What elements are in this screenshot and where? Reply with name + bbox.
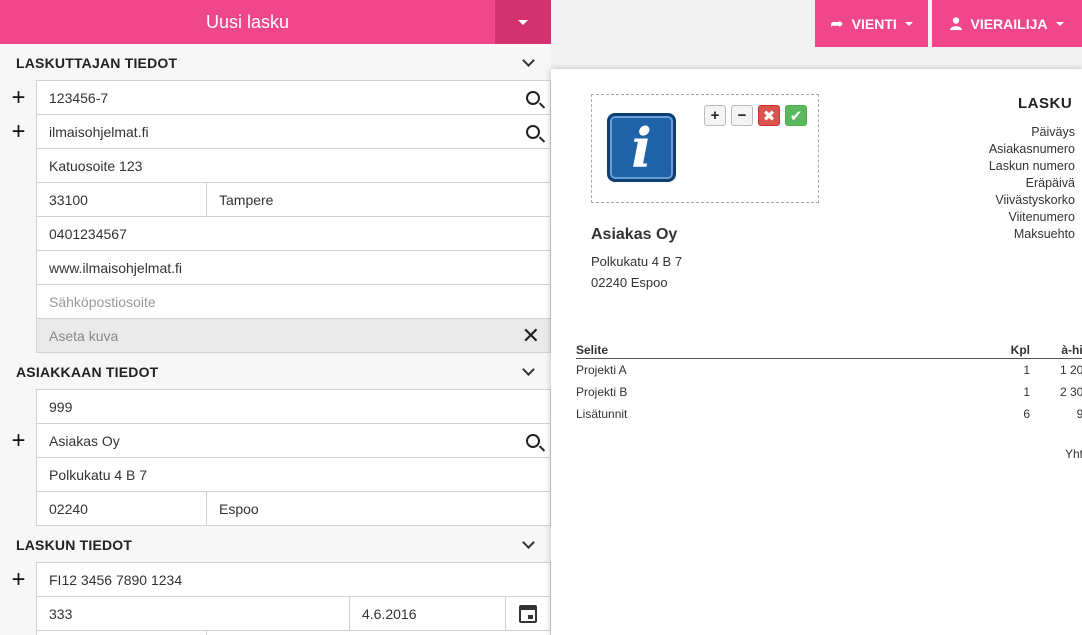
share-icon: ➦ [830, 15, 844, 33]
search-icon[interactable] [526, 90, 540, 105]
logo-tools: + − ✖ ✔ [704, 105, 807, 126]
seller-postal-code-field[interactable]: 33100 [36, 182, 207, 217]
calendar-icon [519, 604, 537, 623]
form-topbar: Uusi lasku [0, 0, 551, 44]
table-row: Lisätunnit 6 99 [576, 407, 1082, 421]
chevron-down-icon [522, 536, 535, 549]
seller-phone-field[interactable]: 0401234567 [36, 216, 551, 251]
invoice-form-panel: Uusi lasku LASKUTTAJAN TIEDOT + 123456-7… [0, 0, 551, 635]
customer-section-title: ASIAKKAAN TIEDOT [16, 363, 159, 380]
meta-label: Asiakasnumero [988, 142, 1075, 156]
zoom-in-button[interactable]: + [704, 105, 726, 126]
search-icon[interactable] [526, 433, 540, 448]
add-seller-button[interactable]: + [0, 81, 37, 115]
meta-label: Maksuehto [1013, 227, 1075, 241]
add-account-button[interactable]: + [0, 563, 37, 597]
customer-city: 02240 Espoo [591, 275, 668, 290]
invoice-meta-labels: Päiväys Asiakasnumero Laskun numero Eräp… [989, 124, 1075, 243]
extra-field-2[interactable] [206, 630, 551, 635]
close-icon[interactable]: ✕ [522, 324, 540, 347]
caret-down-icon [904, 21, 913, 26]
customer-number-field[interactable]: 999 [36, 389, 551, 424]
meta-label: Päiväys [1031, 125, 1075, 139]
meta-label: Viitenumero [1008, 210, 1075, 224]
logo-area[interactable]: i + − ✖ ✔ [591, 94, 819, 203]
chevron-down-icon [522, 54, 535, 67]
invoice-lines-table: Selite Kpl à-hin Projekti A 1 1 200 Proj… [576, 341, 1082, 425]
seller-section-header[interactable]: LASKUTTAJAN TIEDOT [0, 44, 551, 81]
meta-label: Viivästyskorko [995, 193, 1075, 207]
customer-postal-code-field[interactable]: 02240 [36, 491, 207, 526]
confirm-logo-button[interactable]: ✔ [785, 105, 807, 126]
caret-down-icon [518, 19, 528, 25]
meta-label: Eräpäivä [1025, 176, 1075, 190]
set-image-field[interactable]: Aseta kuva ✕ [36, 318, 551, 353]
user-menu-button[interactable]: VIERAILIJA [932, 0, 1082, 47]
invoice-date-field[interactable]: 4.6.2016 [349, 596, 506, 631]
new-invoice-dropdown-button[interactable] [495, 0, 551, 44]
seller-website-field[interactable]: www.ilmaisohjelmat.fi [36, 250, 551, 285]
customer-section-header[interactable]: ASIAKKAAN TIEDOT [0, 353, 551, 390]
invoice-section-header[interactable]: LASKUN TIEDOT [0, 526, 551, 563]
zoom-out-button[interactable]: − [731, 105, 753, 126]
customer-street: Polkukatu 4 B 7 [591, 254, 683, 269]
export-button[interactable]: ➦ VIENTI [815, 0, 928, 47]
table-row: Projekti A 1 1 200 [576, 363, 1082, 377]
chevron-down-icon [522, 363, 535, 376]
meta-label: Laskun numero [988, 159, 1075, 173]
invoice-preview: i + − ✖ ✔ LASKU Päiväys Asiakasnumero La… [551, 69, 1082, 635]
total-label: Yht [1065, 447, 1082, 461]
iban-field[interactable]: FI12 3456 7890 1234 [36, 562, 551, 597]
customer-city-field[interactable]: Espoo [206, 491, 551, 526]
invoice-section-title: LASKUN TIEDOT [16, 536, 133, 553]
table-row: Projekti B 1 2 300 [576, 385, 1082, 399]
seller-street-field[interactable]: Katuosoite 123 [36, 148, 551, 183]
customer-street-field[interactable]: Polkukatu 4 B 7 [36, 457, 551, 492]
customer-name-field[interactable]: Asiakas Oy [36, 423, 551, 458]
calendar-button[interactable] [505, 596, 551, 631]
seller-city-field[interactable]: Tampere [206, 182, 551, 217]
add-customer-button[interactable]: + [0, 424, 37, 458]
customer-name: Asiakas Oy [591, 226, 678, 243]
new-invoice-button[interactable]: Uusi lasku [0, 0, 495, 44]
table-header: Selite Kpl à-hin [576, 341, 1082, 359]
info-logo-icon: i [607, 113, 676, 182]
add-seller-name-button[interactable]: + [0, 115, 37, 149]
seller-email-field[interactable]: Sähköpostiosoite [36, 284, 551, 319]
invoice-number-field[interactable]: 333 [36, 596, 350, 631]
seller-section-title: LASKUTTAJAN TIEDOT [16, 54, 178, 71]
document-title: LASKU [1018, 95, 1073, 112]
user-icon [950, 17, 963, 30]
remove-logo-button[interactable]: ✖ [758, 105, 780, 126]
extra-field-1[interactable] [36, 630, 207, 635]
caret-down-icon [1055, 21, 1064, 26]
seller-business-id-field[interactable]: 123456-7 [36, 80, 551, 115]
seller-name-field[interactable]: ilmaisohjelmat.fi [36, 114, 551, 149]
search-icon[interactable] [526, 124, 540, 139]
